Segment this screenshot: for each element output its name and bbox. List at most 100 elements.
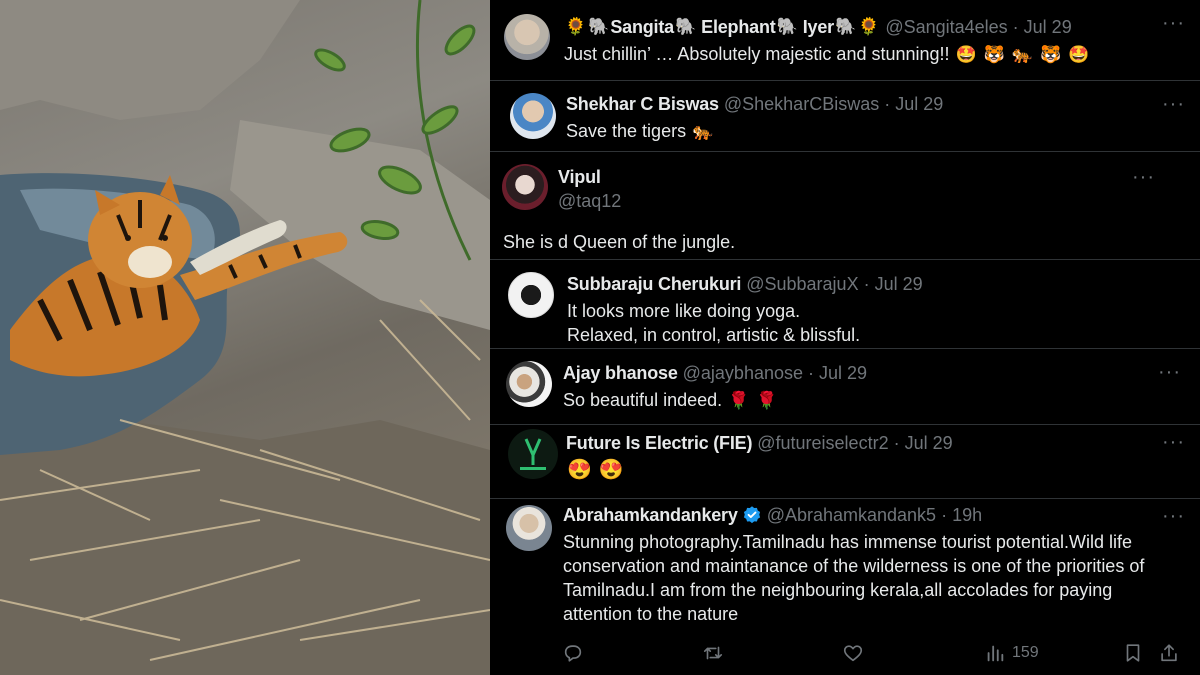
time-separator: ·: [1012, 17, 1019, 37]
reply-header: Future Is Electric (FIE) @futureiselectr…: [566, 432, 953, 454]
rose-emoji: 🌹: [728, 391, 750, 410]
heart-eyes-emoji: 😍: [567, 459, 592, 481]
avatar[interactable]: [502, 164, 548, 210]
author-name[interactable]: Sangita: [610, 16, 674, 38]
tiger-emoji: 🐅: [692, 122, 714, 141]
reply-text-line: conservation and maintanance of the wild…: [563, 556, 1145, 576]
more-options-icon[interactable]: ···: [1132, 167, 1155, 187]
tiger-face-emoji: 🐯: [1040, 45, 1062, 64]
verified-badge-icon: [743, 506, 760, 524]
views-count: 159: [1012, 644, 1039, 661]
replies-panel: 🌻 🐘 Sangita 🐘 Elephant 🐘 Iyer 🐘 🌻 @Sangi…: [490, 0, 1200, 675]
reply-header: Abrahamkandankery @Abrahamkandank5 · 19h: [563, 504, 982, 526]
author-name[interactable]: Elephant: [701, 16, 776, 38]
reply-text-line: Stunning photography.Tamilnadu has immen…: [563, 532, 1132, 552]
reply-ajay[interactable]: Ajay bhanose @ajaybhanose · Jul 29 So be…: [490, 349, 1200, 424]
author-handle[interactable]: @futureiselectr2: [757, 432, 888, 454]
reply-shekhar[interactable]: Shekhar C Biswas @ShekharCBiswas · Jul 2…: [490, 81, 1200, 151]
author-name[interactable]: Vipul: [558, 166, 601, 188]
reply-text: Save the tigers 🐅: [566, 119, 714, 144]
author-handle[interactable]: @Sangita4eles: [885, 16, 1007, 38]
reply-icon: [564, 645, 582, 662]
rose-emoji: 🌹: [756, 391, 778, 410]
reply-sangita[interactable]: 🌻 🐘 Sangita 🐘 Elephant 🐘 Iyer 🐘 🌻 @Sangi…: [490, 0, 1200, 80]
author-name[interactable]: Ajay bhanose: [563, 362, 678, 384]
star-struck-emoji: 🤩: [955, 45, 977, 64]
tiger-photo[interactable]: [0, 0, 490, 675]
reply-fie[interactable]: Future Is Electric (FIE) @futureiselectr…: [490, 425, 1200, 498]
more-options-icon[interactable]: ···: [1162, 506, 1185, 526]
post-time[interactable]: 19h: [952, 504, 982, 526]
reply-text-line: attention to the nature: [563, 604, 739, 624]
tiger-photo-illustration: [0, 0, 490, 675]
more-options-icon[interactable]: ···: [1158, 362, 1181, 382]
avatar[interactable]: [506, 361, 552, 407]
avatar[interactable]: [506, 505, 552, 551]
post-time[interactable]: Jul 29: [875, 273, 923, 295]
reply-header: Vipul: [558, 166, 601, 188]
bookmark-icon: [1126, 644, 1140, 662]
star-struck-emoji: 🤩: [1068, 45, 1090, 64]
time-separator: ·: [808, 363, 814, 383]
author-handle[interactable]: @SubbarajuX: [746, 273, 858, 295]
author-name[interactable]: Iyer: [803, 16, 834, 38]
sunflower-emoji: 🌻: [565, 17, 587, 36]
tweet-action-bar: 159: [490, 636, 1200, 670]
author-handle[interactable]: @ShekharCBiswas: [724, 93, 879, 115]
tiger-face-emoji: 🐯: [983, 45, 1005, 64]
reply-header: 🌻 🐘 Sangita 🐘 Elephant 🐘 Iyer 🐘 🌻 @Sangi…: [564, 16, 1072, 38]
post-time[interactable]: Jul 29: [819, 362, 867, 384]
more-options-icon[interactable]: ···: [1162, 432, 1185, 452]
elephant-emoji: 🐘: [834, 17, 857, 36]
share-button[interactable]: [1158, 642, 1180, 664]
reply-handle-row: @taq12: [558, 190, 621, 212]
avatar[interactable]: [510, 93, 556, 139]
elephant-emoji: 🐘: [674, 17, 697, 36]
time-separator: ·: [941, 505, 948, 525]
avatar[interactable]: [508, 429, 558, 479]
reply-text-line: Tamilnadu.I am from the neighbouring ker…: [563, 580, 1113, 600]
author-handle[interactable]: @taq12: [558, 190, 621, 212]
retweet-icon: [703, 646, 723, 660]
author-handle[interactable]: @ajaybhanose: [683, 362, 803, 384]
retweet-button[interactable]: [702, 642, 724, 664]
share-icon: [1161, 644, 1177, 662]
reply-text: 😍 😍: [566, 458, 625, 482]
reply-text-content: Save the tigers: [566, 121, 687, 141]
views-icon: [987, 645, 1004, 662]
reply-header: Ajay bhanose @ajaybhanose · Jul 29: [563, 362, 867, 384]
author-name[interactable]: Future Is Electric (FIE): [566, 432, 752, 454]
author-handle[interactable]: @Abrahamkandank5: [767, 504, 936, 526]
author-name[interactable]: Subbaraju Cherukuri: [567, 273, 741, 295]
reply-subbaraju[interactable]: Subbaraju Cherukuri @SubbarajuX · Jul 29…: [490, 260, 1200, 348]
more-options-icon[interactable]: ···: [1162, 13, 1185, 33]
heart-eyes-emoji: 😍: [598, 459, 624, 481]
elephant-emoji: 🐘: [588, 17, 610, 36]
post-time[interactable]: Jul 29: [905, 432, 953, 454]
avatar[interactable]: [508, 272, 554, 318]
fie-logo-icon: [520, 438, 546, 470]
like-button[interactable]: [842, 642, 864, 664]
more-options-icon[interactable]: ···: [1162, 94, 1185, 114]
like-icon: [843, 645, 863, 662]
time-separator: ·: [863, 274, 870, 294]
post-time[interactable]: Jul 29: [895, 93, 943, 115]
sunflower-emoji: 🌻: [858, 17, 880, 36]
reply-vipul[interactable]: Vipul @taq12 She is d Queen of the jungl…: [490, 152, 1200, 259]
avatar[interactable]: [504, 14, 550, 60]
author-name[interactable]: Shekhar C Biswas: [566, 93, 719, 115]
reply-button[interactable]: [562, 642, 584, 664]
post-time[interactable]: Jul 29: [1024, 16, 1072, 38]
views-button[interactable]: 159: [984, 642, 1039, 664]
reply-text-line: Relaxed, in control, artistic & blissful…: [567, 325, 861, 345]
reply-text-content: Just chillin’ … Absolutely majestic and …: [564, 44, 950, 64]
elephant-emoji: 🐘: [776, 17, 798, 36]
bookmark-button[interactable]: [1122, 642, 1144, 664]
author-name[interactable]: Abrahamkandankery: [563, 504, 738, 526]
tiger-emoji: 🐅: [1011, 45, 1034, 64]
reply-text-content: So beautiful indeed.: [563, 390, 723, 410]
reply-header: Subbaraju Cherukuri @SubbarajuX · Jul 29: [567, 273, 923, 295]
reply-text: Just chillin’ … Absolutely majestic and …: [564, 42, 1090, 67]
reply-header: Shekhar C Biswas @ShekharCBiswas · Jul 2…: [566, 93, 943, 115]
time-separator: ·: [884, 94, 891, 114]
